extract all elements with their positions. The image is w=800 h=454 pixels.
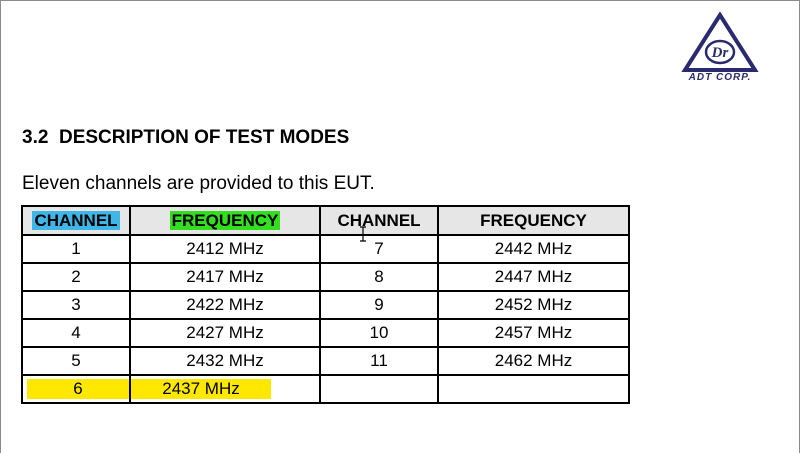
channel-frequency-table: CHANNEL FREQUENCY CHANNEL FREQUENCY 1 24… bbox=[21, 205, 630, 404]
header-frequency-1: FREQUENCY bbox=[129, 205, 321, 236]
table-cell: 10 bbox=[319, 318, 439, 348]
table-cell: 8 bbox=[319, 262, 439, 292]
table-cell: 2462 MHz bbox=[437, 346, 630, 376]
table-cell: 2 bbox=[21, 262, 131, 292]
adt-corp-logo: Dr ADT CORP. bbox=[680, 11, 760, 88]
table-row: 1 2412 MHz 7 2442 MHz bbox=[21, 234, 630, 264]
section-heading: 3.2 DESCRIPTION OF TEST MODES bbox=[22, 127, 350, 148]
table-cell: 2442 MHz bbox=[437, 234, 630, 264]
table-cell bbox=[437, 374, 630, 404]
table-cell: 2452 MHz bbox=[437, 290, 630, 320]
table-cell: 6 bbox=[21, 374, 131, 404]
table-header-row: CHANNEL FREQUENCY CHANNEL FREQUENCY bbox=[21, 205, 630, 236]
table-row-highlighted: 6 2437 MHz bbox=[21, 374, 630, 404]
table-cell: 2417 MHz bbox=[129, 262, 321, 292]
table-cell: 2412 MHz bbox=[129, 234, 321, 264]
table-cell bbox=[319, 374, 439, 404]
table-cell: 2427 MHz bbox=[129, 318, 321, 348]
table-cell: 3 bbox=[21, 290, 131, 320]
table-row: 5 2432 MHz 11 2462 MHz bbox=[21, 346, 630, 376]
table-cell: 4 bbox=[21, 318, 131, 348]
table-cell: 2437 MHz bbox=[129, 374, 321, 404]
table-cell: 1 bbox=[21, 234, 131, 264]
header-label: CHANNEL bbox=[32, 210, 120, 230]
table-cell: 2422 MHz bbox=[129, 290, 321, 320]
logo-text: ADT CORP. bbox=[688, 72, 752, 83]
table-cell: 7 bbox=[319, 234, 439, 264]
table-cell: 11 bbox=[319, 346, 439, 376]
table-row: 4 2427 MHz 10 2457 MHz bbox=[21, 318, 630, 348]
highlighted-text: 2437 MHz bbox=[131, 379, 271, 399]
header-label: FREQUENCY bbox=[169, 210, 281, 230]
table-cell: 9 bbox=[319, 290, 439, 320]
highlighted-text: 6 bbox=[27, 379, 129, 399]
table-cell: 2432 MHz bbox=[129, 346, 321, 376]
triangle-logo-icon: Dr bbox=[681, 11, 759, 72]
header-frequency-2: FREQUENCY bbox=[437, 205, 630, 236]
table-row: 2 2417 MHz 8 2447 MHz bbox=[21, 262, 630, 292]
table-cell: 5 bbox=[21, 346, 131, 376]
intro-paragraph: Eleven channels are provided to this EUT… bbox=[22, 173, 375, 194]
table-cell: 2457 MHz bbox=[437, 318, 630, 348]
header-channel-2: CHANNEL bbox=[319, 205, 439, 236]
svg-text:Dr: Dr bbox=[711, 45, 729, 61]
table-row: 3 2422 MHz 9 2452 MHz bbox=[21, 290, 630, 320]
header-channel-1: CHANNEL bbox=[21, 205, 131, 236]
text-cursor-icon bbox=[360, 226, 366, 242]
table-cell: 2447 MHz bbox=[437, 262, 630, 292]
